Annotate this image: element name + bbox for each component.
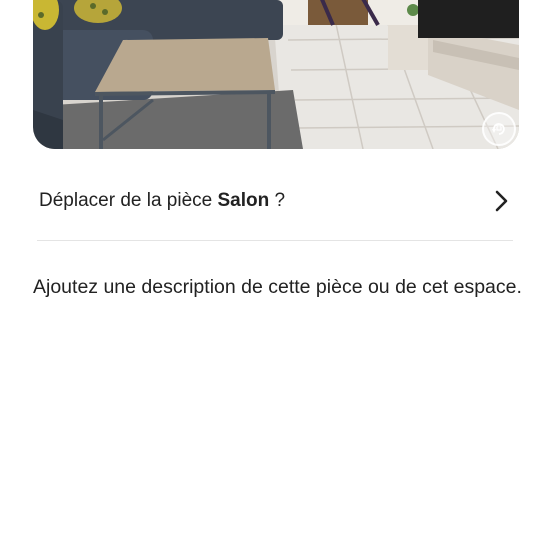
living-room-photo [33,0,519,149]
rotate-photo-icon-glyph [492,123,505,135]
chevron-right-icon[interactable] [489,189,513,213]
move-room-prefix: Déplacer de la pièce [39,190,218,211]
move-room-suffix: ? [269,190,286,211]
move-room-row[interactable]: Déplacer de la pièce Salon ? [33,172,519,230]
description-prompt[interactable]: Ajoutez une description de cette pièce o… [33,271,523,304]
room-name: Salon [217,190,270,211]
move-room-label: Déplacer de la pièce Salon ? [33,190,285,212]
divider [37,240,513,241]
rotate-photo-icon[interactable] [482,112,516,146]
room-photo[interactable] [33,0,519,149]
